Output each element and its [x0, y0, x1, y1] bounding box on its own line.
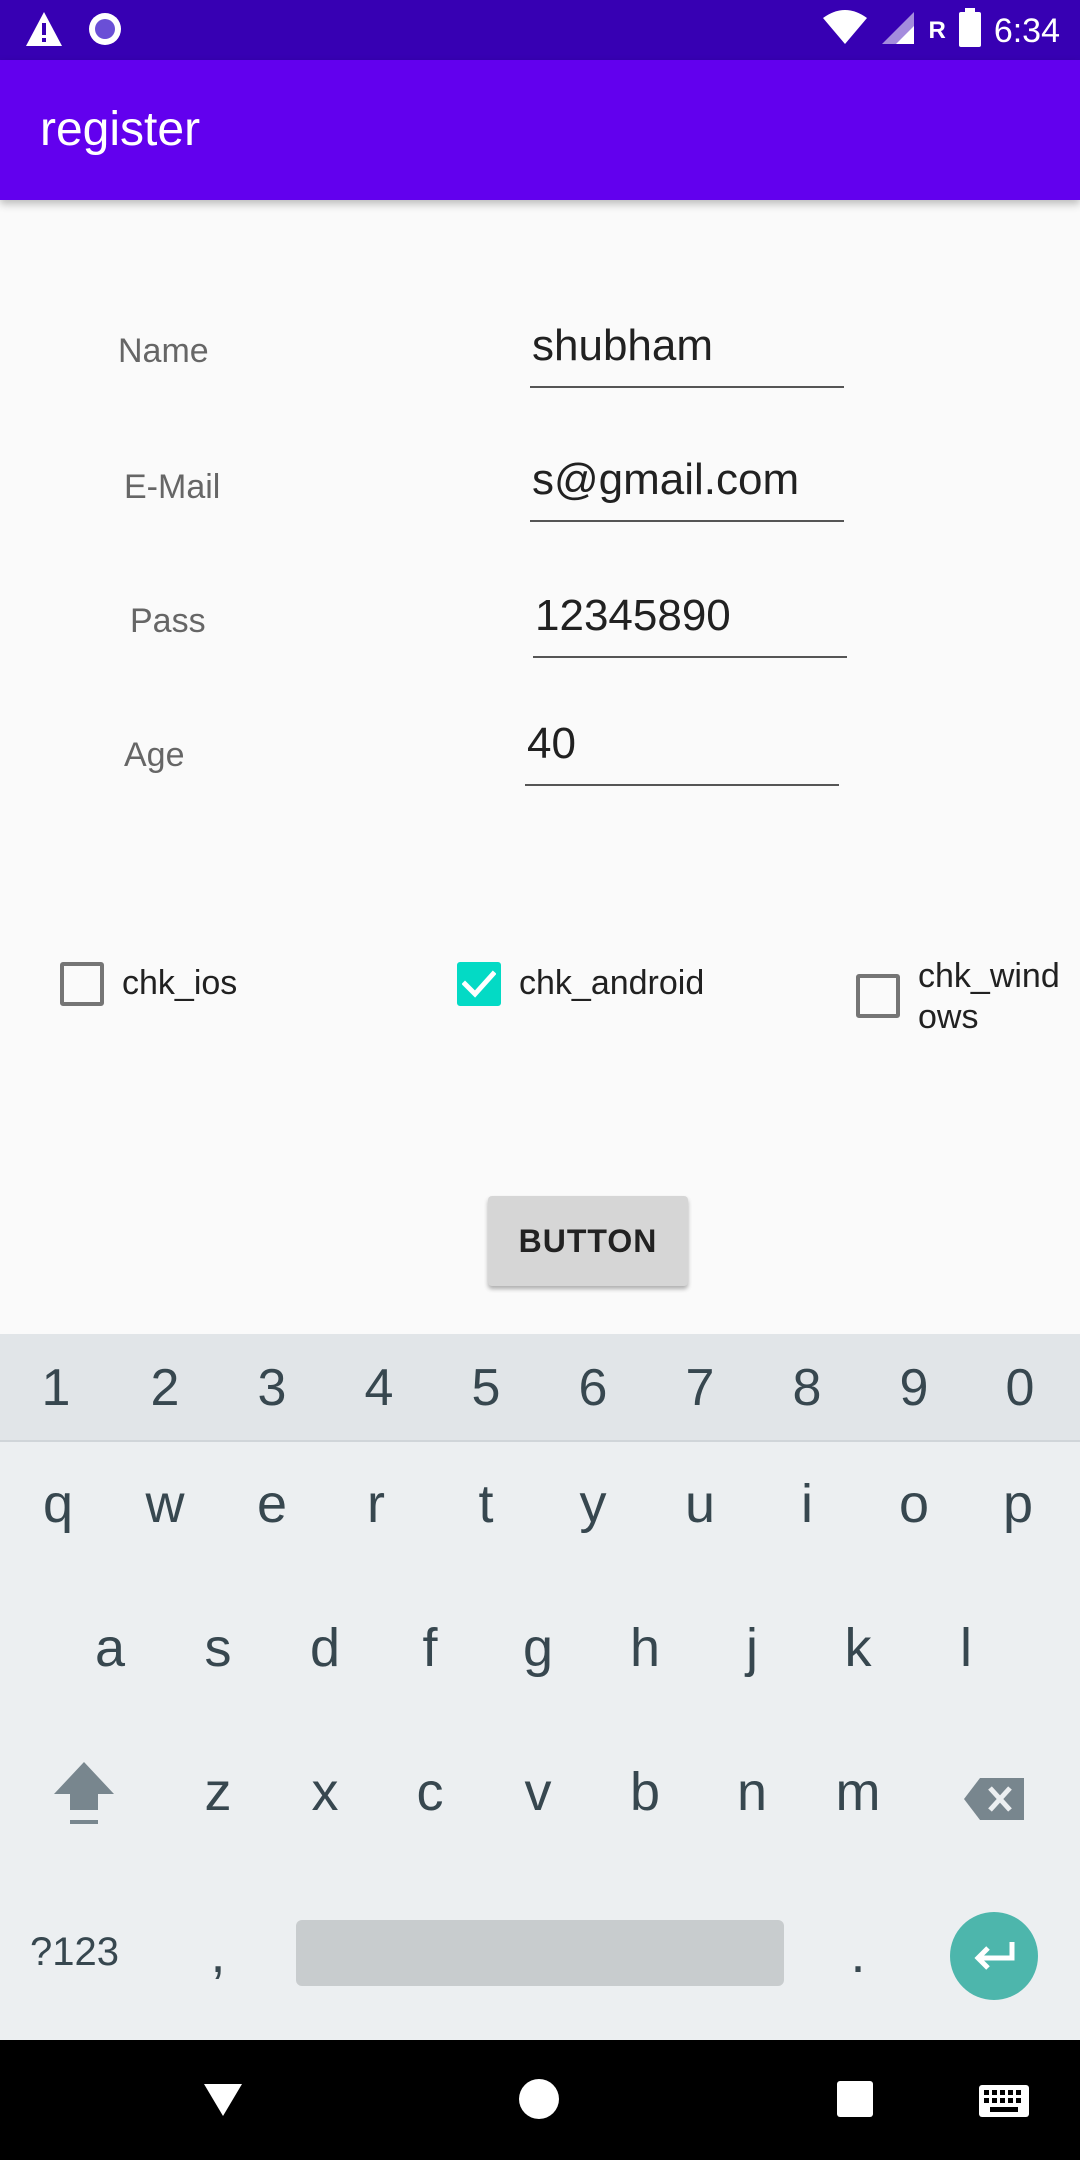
- checkbox-android-box[interactable]: [457, 962, 501, 1006]
- keyboard-switch-icon[interactable]: [978, 2084, 1030, 2123]
- key-q[interactable]: q: [8, 1464, 108, 1544]
- backspace-icon: [964, 1778, 1024, 1820]
- key-e[interactable]: e: [222, 1464, 322, 1544]
- backspace-key[interactable]: [944, 1764, 1044, 1844]
- period-key[interactable]: .: [808, 1914, 908, 1994]
- key-j[interactable]: j: [702, 1608, 802, 1688]
- status-bar: R 6:34: [0, 0, 1080, 60]
- email-label: E-Mail: [124, 468, 221, 506]
- key-a[interactable]: a: [60, 1608, 160, 1688]
- checkbox-windows-box[interactable]: [856, 974, 900, 1018]
- check-icon: [462, 970, 496, 998]
- key-b[interactable]: b: [595, 1752, 695, 1832]
- checkbox-ios[interactable]: chk_ios: [60, 962, 237, 1006]
- key-l[interactable]: l: [916, 1608, 1016, 1688]
- keyboard-number-row: 1 2 3 4 5 6 7 8 9 0: [0, 1334, 1080, 1442]
- key-7[interactable]: 7: [650, 1348, 750, 1428]
- key-4[interactable]: 4: [329, 1348, 429, 1428]
- key-x[interactable]: x: [275, 1752, 375, 1832]
- key-z[interactable]: z: [168, 1752, 268, 1832]
- key-g[interactable]: g: [488, 1608, 588, 1688]
- checkbox-windows-label-line1: chk_wind: [918, 957, 1060, 995]
- checkbox-android-label: chk_android: [519, 964, 705, 1002]
- key-8[interactable]: 8: [757, 1348, 857, 1428]
- key-s[interactable]: s: [168, 1608, 268, 1688]
- key-p[interactable]: p: [968, 1464, 1068, 1544]
- key-3[interactable]: 3: [222, 1348, 322, 1428]
- record-icon: [86, 10, 124, 53]
- pass-field[interactable]: 12345890: [533, 586, 847, 658]
- key-r[interactable]: r: [326, 1464, 426, 1544]
- key-d[interactable]: d: [275, 1608, 375, 1688]
- key-w[interactable]: w: [115, 1464, 215, 1544]
- symbols-key[interactable]: ?123: [30, 1912, 119, 1992]
- key-y[interactable]: y: [543, 1464, 643, 1544]
- spacebar[interactable]: [296, 1920, 784, 1986]
- name-label: Name: [118, 332, 209, 370]
- key-0[interactable]: 0: [970, 1348, 1070, 1428]
- key-2[interactable]: 2: [115, 1348, 215, 1428]
- key-u[interactable]: u: [650, 1464, 750, 1544]
- key-o[interactable]: o: [864, 1464, 964, 1544]
- back-icon[interactable]: [202, 2080, 244, 2123]
- checkbox-ios-label: chk_ios: [122, 964, 238, 1002]
- submit-button[interactable]: BUTTON: [488, 1196, 688, 1286]
- key-k[interactable]: k: [808, 1608, 908, 1688]
- checkbox-windows[interactable]: chk_wind ows: [856, 956, 1060, 1038]
- enter-key[interactable]: [950, 1912, 1038, 2000]
- key-9[interactable]: 9: [864, 1348, 964, 1428]
- checkbox-android[interactable]: chk_android: [457, 962, 704, 1006]
- key-v[interactable]: v: [488, 1752, 588, 1832]
- recents-icon[interactable]: [836, 2080, 874, 2123]
- battery-icon: [958, 8, 982, 53]
- key-1[interactable]: 1: [6, 1348, 106, 1428]
- warning-icon: [24, 10, 64, 53]
- app-bar: register: [0, 60, 1080, 200]
- soft-keyboard: 1 2 3 4 5 6 7 8 9 0 q w e r t y u i o p …: [0, 1334, 1080, 2040]
- enter-icon: [974, 1942, 1015, 1970]
- checkbox-ios-box[interactable]: [60, 962, 104, 1006]
- network-letter: R: [928, 16, 946, 44]
- shift-icon: [54, 1762, 114, 1824]
- key-m[interactable]: m: [808, 1752, 908, 1832]
- name-field[interactable]: shubham: [530, 316, 844, 388]
- key-h[interactable]: h: [595, 1608, 695, 1688]
- age-field[interactable]: 40: [525, 714, 839, 786]
- app-title: register: [40, 103, 201, 156]
- key-5[interactable]: 5: [436, 1348, 536, 1428]
- comma-key[interactable]: ,: [168, 1914, 268, 1994]
- wifi-icon: [822, 10, 868, 51]
- shift-key[interactable]: [34, 1758, 134, 1850]
- checkbox-windows-label-line2: ows: [918, 998, 979, 1036]
- key-6[interactable]: 6: [543, 1348, 643, 1428]
- key-c[interactable]: c: [380, 1752, 480, 1832]
- checkbox-windows-label: chk_wind ows: [918, 956, 1060, 1038]
- key-f[interactable]: f: [380, 1608, 480, 1688]
- key-i[interactable]: i: [757, 1464, 857, 1544]
- navigation-bar: [0, 2040, 1080, 2160]
- status-time: 6:34: [993, 11, 1060, 50]
- signal-icon: [880, 10, 916, 51]
- home-icon[interactable]: [518, 2078, 560, 2125]
- key-t[interactable]: t: [436, 1464, 536, 1544]
- pass-label: Pass: [130, 602, 206, 640]
- age-label: Age: [124, 736, 185, 774]
- key-n[interactable]: n: [702, 1752, 802, 1832]
- email-field[interactable]: s@gmail.com: [530, 450, 844, 522]
